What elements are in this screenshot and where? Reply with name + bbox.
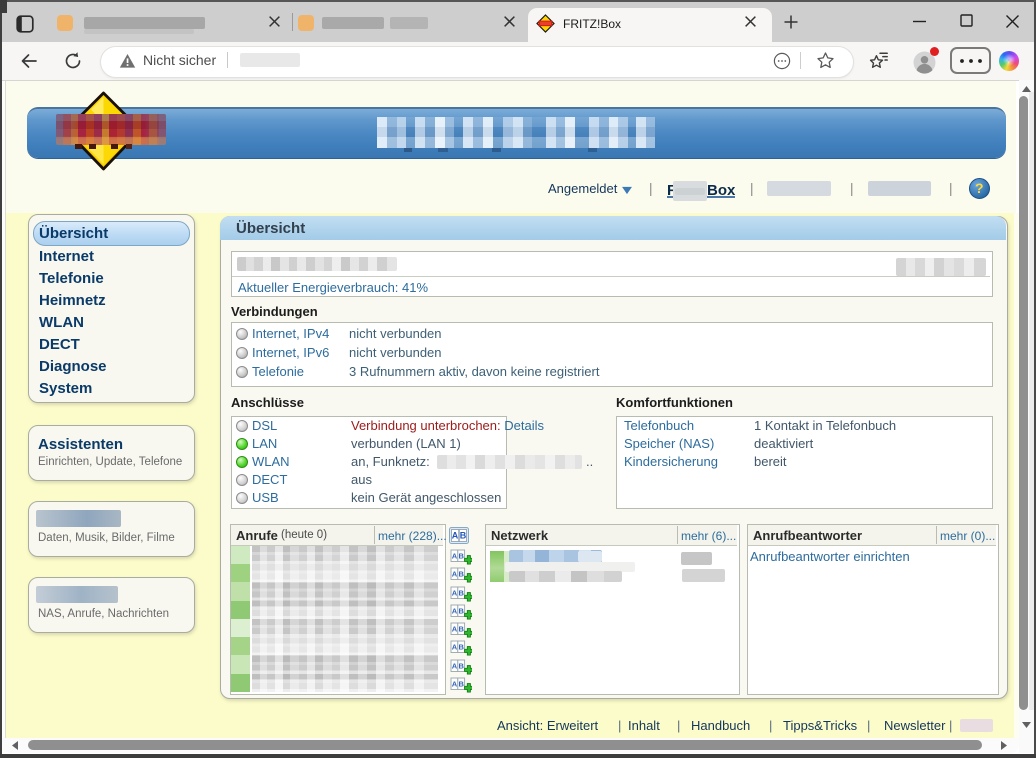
svg-text:B: B [458, 662, 464, 671]
svg-text:A: A [452, 607, 458, 616]
svg-text:B: B [458, 625, 464, 634]
svg-text:A: A [452, 625, 458, 634]
svg-text:A: A [452, 552, 458, 561]
svg-text:B: B [460, 531, 467, 541]
svg-text:B: B [458, 607, 464, 616]
svg-text:B: B [458, 680, 464, 689]
svg-text:A: A [452, 643, 458, 652]
svg-text:B: B [458, 552, 464, 561]
svg-text:A: A [452, 531, 459, 541]
svg-text:B: B [458, 589, 464, 598]
svg-text:A: A [452, 570, 458, 579]
svg-text:A: A [452, 662, 458, 671]
svg-text:B: B [458, 643, 464, 652]
svg-text:B: B [458, 570, 464, 579]
svg-text:A: A [452, 680, 458, 689]
svg-text:A: A [452, 589, 458, 598]
